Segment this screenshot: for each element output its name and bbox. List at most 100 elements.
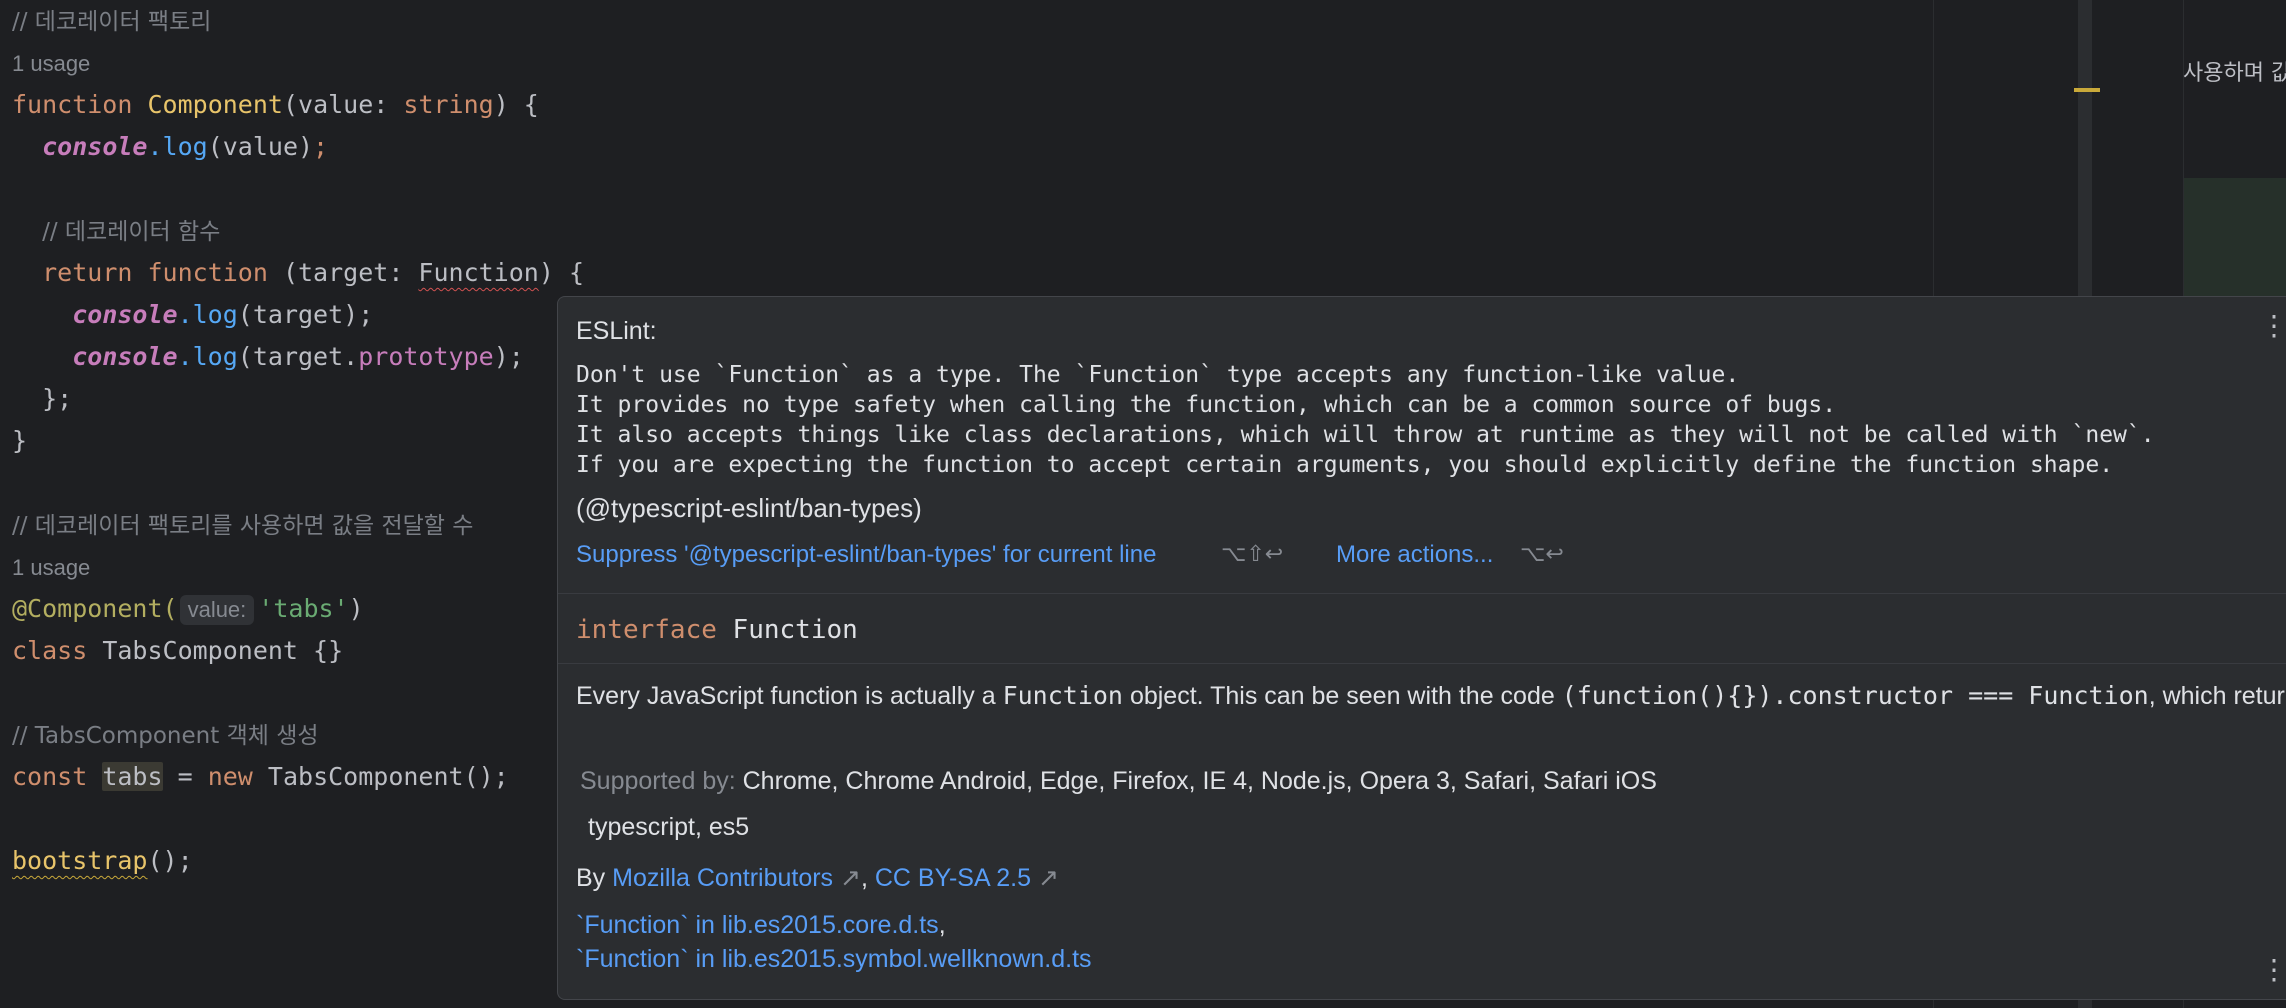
more-actions-link[interactable]: More actions... xyxy=(1336,541,1493,569)
error-type[interactable]: Function xyxy=(418,258,538,287)
external-link-icon: ↗ xyxy=(840,864,861,892)
lint-message-line: It also accepts things like class declar… xyxy=(576,422,2155,448)
property: prototype xyxy=(358,342,494,371)
code-line-6: // 데코레이터 함수 xyxy=(12,210,220,252)
more-options-icon[interactable]: ⋮ xyxy=(2260,953,2286,986)
code-line-18: // TabsComponent 객체 생성 xyxy=(12,714,319,756)
code-line-2: 1 usage xyxy=(12,42,90,84)
paren: ( xyxy=(282,90,299,119)
variable: tabs xyxy=(102,762,163,791)
keyword: function xyxy=(147,258,268,287)
comma: , xyxy=(860,864,868,892)
side-panel-text: 사용하며 값 xyxy=(2183,61,2286,86)
code-line-21: bootstrap(); xyxy=(12,840,193,882)
function-call[interactable]: bootstrap xyxy=(12,846,147,875)
param: value xyxy=(298,90,374,119)
comma: , xyxy=(938,911,946,939)
lint-message-line: It provides no type safety when calling … xyxy=(576,392,1837,418)
decorator: @Component( xyxy=(12,594,178,623)
type: string xyxy=(403,90,494,119)
desc-text: object. This can be seen with the code xyxy=(1123,682,1562,710)
keyword: return xyxy=(42,258,133,287)
fn-sig: (target: xyxy=(267,258,419,287)
comment: // TabsComponent 객체 생성 xyxy=(12,723,319,749)
close-brace: } xyxy=(12,426,28,455)
code-line-7: return function (target: Function) { xyxy=(12,252,584,294)
lint-message-line: Don't use `Function` as a type. The `Fun… xyxy=(576,362,1740,388)
divider xyxy=(558,663,2286,664)
method: .log xyxy=(147,132,208,161)
args: (target); xyxy=(237,300,374,329)
doc-description: Every JavaScript function is actually a … xyxy=(576,679,2286,713)
desc-code: Function xyxy=(1002,681,1123,710)
reference-link[interactable]: `Function` in lib.es2015.core.d.ts xyxy=(576,911,939,939)
class-decl: TabsComponent {} xyxy=(87,636,344,665)
code-line-19: const tabs = new TabsComponent(); xyxy=(12,756,509,798)
attribution: By Mozilla Contributors ↗, CC BY-SA 2.5 … xyxy=(576,863,1059,893)
desc-text: , which returns true. xyxy=(2148,682,2286,710)
paren: ) xyxy=(348,594,364,623)
usage-hint[interactable]: 1 usage xyxy=(12,555,90,580)
rule-name: (@typescript-eslint/ban-types) xyxy=(576,493,922,523)
desc-text: Every JavaScript function is actually a xyxy=(576,682,1003,710)
new-call: TabsComponent(); xyxy=(252,762,509,791)
lib-tags: typescript, es5 xyxy=(588,813,750,841)
args: (value) xyxy=(207,132,314,161)
inlay-hint: value: xyxy=(179,595,255,625)
eslint-title: ESLint: xyxy=(576,317,657,345)
console-ref: console xyxy=(42,132,148,161)
method: .log xyxy=(177,342,238,371)
interface-keyword: interface xyxy=(576,615,717,645)
code-line-8: console.log(target); xyxy=(12,294,373,336)
suppress-shortcut: ⌥⇧↩ xyxy=(1221,541,1284,566)
license-link[interactable]: CC BY-SA 2.5 xyxy=(875,864,1031,892)
string: 'tabs' xyxy=(258,594,349,623)
more-options-icon[interactable]: ⋮ xyxy=(2260,309,2286,342)
sig-end: ) { xyxy=(538,258,584,287)
reference-line: `Function` in lib.es2015.core.d.ts, xyxy=(576,911,946,940)
keyword: new xyxy=(207,762,253,791)
by-label: By xyxy=(576,864,606,892)
console-ref: console xyxy=(72,300,178,329)
supported-by: Supported by: Chrome, Chrome Android, Ed… xyxy=(580,767,1657,796)
code-line-3: function Component(value: string) { xyxy=(12,84,539,126)
code-line-4: console.log(value); xyxy=(12,126,328,168)
code-line-15: @Component(value:'tabs') xyxy=(12,588,364,630)
keyword: class xyxy=(12,636,88,665)
comment: // 데코레이터 함수 xyxy=(42,219,221,245)
code-line-16: class TabsComponent {} xyxy=(12,630,343,672)
error-tooltip-popup[interactable]: ESLint: ⋮ Don't use `Function` as a type… xyxy=(557,296,2286,1000)
assign: = xyxy=(162,762,208,791)
lint-message-line: If you are expecting the function to acc… xyxy=(576,452,2114,478)
keyword: function xyxy=(12,90,133,119)
close: ); xyxy=(493,342,524,371)
call-end: (); xyxy=(147,846,193,875)
code-line-13: // 데코레이터 팩토리를 사용하면 값을 전달할 수 xyxy=(12,504,473,546)
colon: : xyxy=(373,90,404,119)
suppress-action-link[interactable]: Suppress '@typescript-eslint/ban-types' … xyxy=(576,541,1201,569)
code-line-10: }; xyxy=(12,378,72,420)
keyword: const xyxy=(12,762,88,791)
mozilla-link[interactable]: Mozilla Contributors xyxy=(612,864,833,892)
interface-name: Function xyxy=(732,615,858,645)
args: (target. xyxy=(237,342,359,371)
close-brace: }; xyxy=(42,384,73,413)
warning-stripe-marker[interactable] xyxy=(2074,88,2100,92)
method: .log xyxy=(177,300,238,329)
code-line-1: // 데코레이터 팩토리 xyxy=(12,0,211,42)
interface-signature: interface Function xyxy=(576,615,858,645)
supported-value: Chrome, Chrome Android, Edge, Firefox, I… xyxy=(742,767,1657,795)
more-actions-shortcut: ⌥↩ xyxy=(1520,541,1564,566)
code-line-9: console.log(target.prototype); xyxy=(12,336,524,378)
external-link-icon: ↗ xyxy=(1037,864,1059,892)
function-name: Component xyxy=(147,90,283,119)
desc-code: (function(){}).constructor === Function xyxy=(1561,681,2149,710)
usage-hint[interactable]: 1 usage xyxy=(12,51,90,76)
divider xyxy=(558,593,2286,594)
supported-label: Supported by: xyxy=(580,767,736,795)
comment: // 데코레이터 팩토리 xyxy=(12,9,212,35)
code-line-11: } xyxy=(12,420,27,462)
reference-link[interactable]: `Function` in lib.es2015.symbol.wellknow… xyxy=(576,945,1092,974)
semicolon: ; xyxy=(313,132,329,161)
code-line-14: 1 usage xyxy=(12,546,90,588)
